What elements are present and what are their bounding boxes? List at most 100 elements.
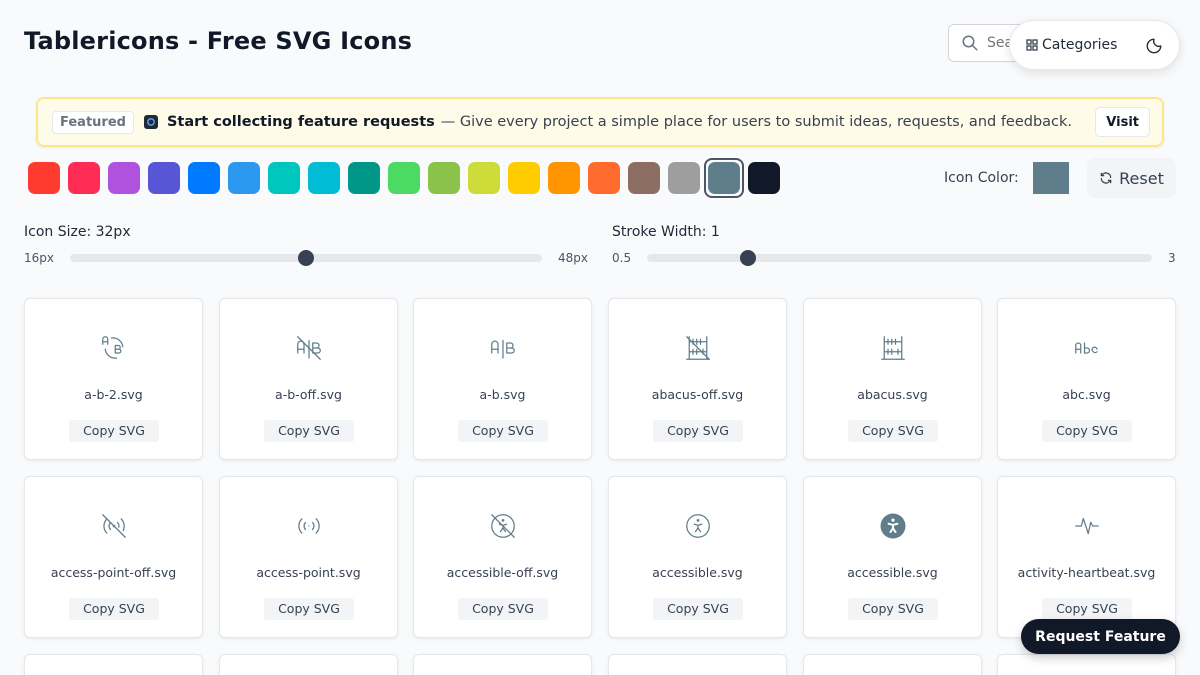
stroke-width-max: 3 xyxy=(1168,251,1176,265)
access-point-off-icon xyxy=(99,511,129,541)
icon-card[interactable] xyxy=(413,654,592,675)
reset-icon xyxy=(1100,172,1112,184)
color-swatch[interactable] xyxy=(508,162,540,194)
search-icon xyxy=(962,35,978,51)
reset-label: Reset xyxy=(1119,168,1164,188)
color-swatch[interactable] xyxy=(708,162,740,194)
icon-filename: accessible.svg xyxy=(652,565,743,580)
color-swatch[interactable] xyxy=(148,162,180,194)
icon-filename: abacus.svg xyxy=(857,387,928,402)
icon-filename: access-point-off.svg xyxy=(50,565,177,580)
color-swatch[interactable] xyxy=(628,162,660,194)
copy-svg-button[interactable]: Copy SVG xyxy=(458,598,548,620)
icon-card[interactable] xyxy=(608,654,787,675)
moon-icon[interactable] xyxy=(1145,37,1163,55)
color-swatch[interactable] xyxy=(268,162,300,194)
icon-card[interactable]: access-point.svg Copy SVG xyxy=(219,476,398,638)
banner-description: — Give every project a simple place for … xyxy=(440,114,1073,130)
banner-headline[interactable]: Start collecting feature requests xyxy=(167,114,435,130)
accessible-off-icon xyxy=(488,511,518,541)
access-point-icon xyxy=(294,511,324,541)
color-swatch[interactable] xyxy=(548,162,580,194)
icon-card[interactable]: a-b-off.svg Copy SVG xyxy=(219,298,398,460)
a-b-off-icon xyxy=(294,333,324,363)
icon-card[interactable]: accessible-off.svg Copy SVG xyxy=(413,476,592,638)
icon-card[interactable]: activity-heartbeat.svg Copy SVG xyxy=(997,476,1176,638)
copy-svg-button[interactable]: Copy SVG xyxy=(848,598,938,620)
page-title: Tablericons - Free SVG Icons xyxy=(24,27,413,55)
icon-card[interactable]: abacus.svg Copy SVG xyxy=(803,298,982,460)
icon-card[interactable] xyxy=(24,654,203,675)
categories-toggle[interactable]: Categories xyxy=(1009,20,1180,70)
a-b-icon xyxy=(488,333,518,363)
featured-tag: Featured xyxy=(52,110,134,134)
color-swatch[interactable] xyxy=(28,162,60,194)
icon-size-thumb[interactable] xyxy=(298,250,314,266)
color-swatch-selected[interactable] xyxy=(704,158,744,198)
color-swatch[interactable] xyxy=(668,162,700,194)
icon-card[interactable]: abacus-off.svg Copy SVG xyxy=(608,298,787,460)
copy-svg-button[interactable]: Copy SVG xyxy=(264,420,354,442)
abacus-off-icon xyxy=(683,333,713,363)
icon-card[interactable]: a-b.svg Copy SVG xyxy=(413,298,592,460)
copy-svg-button[interactable]: Copy SVG xyxy=(69,420,159,442)
copy-svg-button[interactable]: Copy SVG xyxy=(264,598,354,620)
icon-card[interactable] xyxy=(997,654,1176,675)
icon-filename: abc.svg xyxy=(1062,387,1111,402)
icon-card[interactable]: abc.svg Copy SVG xyxy=(997,298,1176,460)
icon-filename: abacus-off.svg xyxy=(651,387,744,402)
icon-size-min: 16px xyxy=(24,251,54,265)
color-swatch[interactable] xyxy=(388,162,420,194)
color-swatch[interactable] xyxy=(108,162,140,194)
color-swatch[interactable] xyxy=(428,162,460,194)
stroke-width-slider[interactable] xyxy=(647,250,1152,266)
color-swatch[interactable] xyxy=(348,162,380,194)
copy-svg-button[interactable]: Copy SVG xyxy=(69,598,159,620)
icon-card[interactable]: a-b-2.svg Copy SVG xyxy=(24,298,203,460)
activity-heartbeat-icon xyxy=(1072,511,1102,541)
icon-card[interactable] xyxy=(219,654,398,675)
product-logo-icon xyxy=(143,115,158,129)
grid-icon xyxy=(1026,39,1038,51)
icon-size-max: 48px xyxy=(558,251,588,265)
request-feature-button[interactable]: Request Feature xyxy=(1021,619,1180,654)
color-swatch[interactable] xyxy=(68,162,100,194)
color-swatch[interactable] xyxy=(308,162,340,194)
icon-filename: a-b-off.svg xyxy=(275,387,342,402)
icon-card[interactable]: accessible.svg Copy SVG xyxy=(608,476,787,638)
color-palette xyxy=(28,158,780,198)
featured-banner: Featured Start collecting feature reques… xyxy=(36,97,1164,147)
visit-button[interactable]: Visit xyxy=(1095,107,1150,137)
copy-svg-button[interactable]: Copy SVG xyxy=(848,420,938,442)
icon-size-slider[interactable] xyxy=(70,250,542,266)
abc-icon xyxy=(1072,333,1102,363)
icon-filename: a-b.svg xyxy=(479,387,526,402)
copy-svg-button[interactable]: Copy SVG xyxy=(653,598,743,620)
copy-svg-button[interactable]: Copy SVG xyxy=(1042,420,1132,442)
copy-svg-button[interactable]: Copy SVG xyxy=(1042,598,1132,620)
abacus-icon xyxy=(878,333,908,363)
color-swatch[interactable] xyxy=(468,162,500,194)
icon-color-label: Icon Color: xyxy=(944,170,1019,186)
color-swatch[interactable] xyxy=(748,162,780,194)
accessible-icon xyxy=(683,511,713,541)
color-swatch[interactable] xyxy=(588,162,620,194)
copy-svg-button[interactable]: Copy SVG xyxy=(653,420,743,442)
a-b-2-icon xyxy=(99,333,129,363)
icon-filename: a-b-2.svg xyxy=(84,387,143,402)
icon-filename: accessible.svg xyxy=(847,565,938,580)
stroke-width-thumb[interactable] xyxy=(740,250,756,266)
categories-label: Categories xyxy=(1042,37,1118,53)
icon-color-picker[interactable] xyxy=(1033,162,1069,194)
icon-card[interactable] xyxy=(803,654,982,675)
color-swatch[interactable] xyxy=(228,162,260,194)
icon-card[interactable]: access-point-off.svg Copy SVG xyxy=(24,476,203,638)
icon-card[interactable]: accessible.svg Copy SVG xyxy=(803,476,982,638)
icon-filename: accessible-off.svg xyxy=(446,565,559,580)
color-swatch[interactable] xyxy=(188,162,220,194)
icon-size-label: Icon Size: 32px xyxy=(24,224,131,240)
icon-filename: access-point.svg xyxy=(256,565,361,580)
stroke-width-label: Stroke Width: 1 xyxy=(612,224,720,240)
reset-button[interactable]: Reset xyxy=(1087,158,1176,198)
copy-svg-button[interactable]: Copy SVG xyxy=(458,420,548,442)
